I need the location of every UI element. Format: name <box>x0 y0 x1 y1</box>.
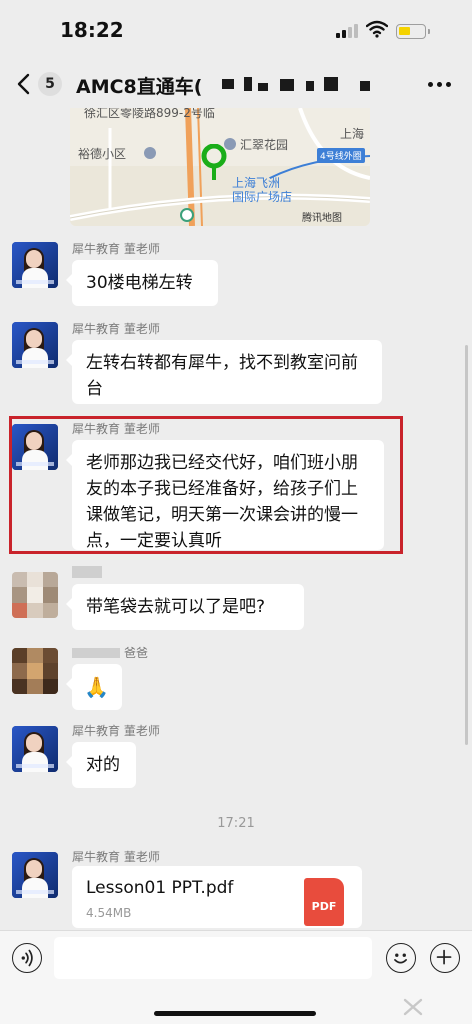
battery-icon <box>396 24 430 39</box>
location-pin-icon <box>201 144 227 180</box>
chat-title[interactable]: AMC8直通车( <box>76 72 202 99</box>
status-time: 18:22 <box>60 18 124 42</box>
map-label-huicui: 汇翠花园 <box>240 138 289 152</box>
unread-count-badge[interactable]: 5 <box>38 72 62 96</box>
emoji-message-bubble[interactable]: 🙏 <box>66 664 122 710</box>
message-input[interactable] <box>54 937 372 979</box>
avatar[interactable] <box>12 242 58 288</box>
back-chevron-icon[interactable] <box>14 72 34 96</box>
chat-header: 5 AMC8直通车( <box>0 60 472 108</box>
highlight-annotation-box <box>9 416 403 554</box>
emoji-icon[interactable] <box>386 943 416 973</box>
pdf-file-icon: PDF <box>304 878 344 926</box>
message-bubble[interactable]: 30楼电梯左转 <box>66 260 218 306</box>
map-label-yude: 裕德小区 <box>78 147 127 161</box>
redacted-sender-name <box>72 566 102 578</box>
message-bubble[interactable]: 对的 <box>66 742 136 788</box>
status-bar: 18:22 <box>0 0 472 60</box>
metro-line-label: 4号线外圈 <box>317 148 365 163</box>
file-message-card[interactable]: Lesson01 PPT.pdf 4.54MB PDF <box>72 866 362 928</box>
file-size: 4.54MB <box>86 906 132 920</box>
home-indicator <box>154 1011 316 1016</box>
voice-input-icon[interactable] <box>12 943 42 973</box>
sender-name: 犀牛教育 董老师 <box>72 322 160 336</box>
blurred-avatar[interactable] <box>12 648 58 694</box>
avatar[interactable] <box>12 322 58 368</box>
sender-name: 犀牛教育 董老师 <box>72 242 160 256</box>
time-divider: 17:21 <box>217 816 255 831</box>
map-provider-logo: 腾讯地图 <box>302 213 342 224</box>
location-map-card[interactable]: 徐汇区零陵路899-2号临 裕德小区 汇翠花园 上海 4号线外圈 上海飞洲 国际… <box>70 108 370 226</box>
message-bubble[interactable]: 左转右转都有犀牛，找不到教室问前台 <box>66 340 382 404</box>
map-label-destination-2: 国际广场店 <box>232 190 293 204</box>
scrollbar[interactable] <box>465 345 468 745</box>
file-name: Lesson01 PPT.pdf <box>86 878 234 898</box>
blurred-avatar[interactable] <box>12 572 58 618</box>
watermark-logo-icon <box>403 998 423 1016</box>
poi-marker-icon <box>144 147 156 159</box>
more-dots-icon[interactable] <box>428 82 452 88</box>
map-label-shanghai: 上海 <box>340 127 365 141</box>
cellular-signal-icon <box>336 22 360 38</box>
avatar[interactable] <box>12 726 58 772</box>
sender-name: 爸爸 <box>124 646 149 660</box>
sender-name: 犀牛教育 董老师 <box>72 724 160 738</box>
wifi-icon <box>366 20 388 38</box>
redacted-name-mosaic <box>72 648 120 658</box>
avatar[interactable] <box>12 852 58 898</box>
sender-name: 犀牛教育 董老师 <box>72 850 160 864</box>
message-bubble[interactable]: 带笔袋去就可以了是吧? <box>66 584 304 630</box>
plus-icon[interactable] <box>430 943 460 973</box>
map-label-address: 徐汇区零陵路899-2号临 <box>84 108 215 120</box>
redacted-title-mosaic <box>210 75 390 95</box>
compass-icon <box>180 208 194 222</box>
